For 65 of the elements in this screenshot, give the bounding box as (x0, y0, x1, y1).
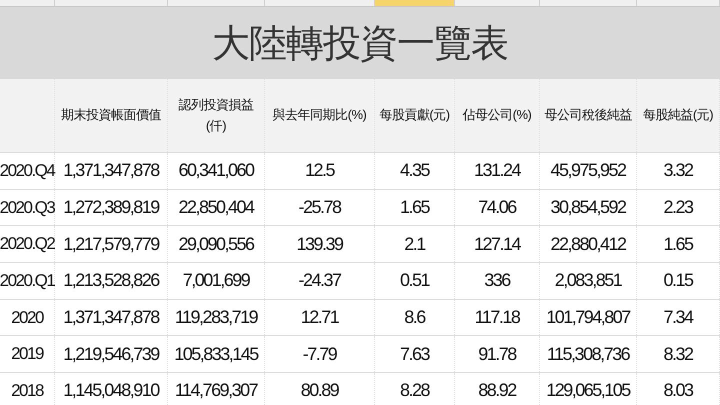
sheet-title: 大陸轉投資一覽表 (212, 20, 508, 66)
table-cell: 22,850,404 (178, 197, 254, 218)
table-cell: 1,272,389,819 (63, 197, 159, 218)
table-cell: 12.71 (300, 307, 338, 328)
table-cell: 2020 (11, 308, 43, 328)
table-cell: 105,833,145 (174, 344, 258, 365)
table-cell: 8.6 (404, 307, 425, 328)
table-cell: 8.03 (663, 380, 693, 402)
table-cell: 7.34 (663, 307, 693, 328)
table-cell: -7.79 (302, 344, 336, 365)
table-cell: 8.32 (663, 344, 693, 365)
table-cell: 2.23 (663, 197, 693, 218)
table-cell: 45,975,952 (550, 160, 626, 182)
table-cell: 91.78 (478, 344, 516, 365)
column-header: 母公司稅後純益 (544, 106, 632, 124)
table-cell: 4.35 (400, 160, 430, 182)
table-cell: 12.5 (304, 160, 334, 182)
table-cell: 2,083,851 (554, 270, 622, 292)
table-cell: 119,283,719 (174, 307, 258, 328)
table-cell: 22,880,412 (550, 234, 626, 255)
column-header: 每股貢獻(元) (379, 106, 450, 124)
table-cell: 1.65 (400, 197, 430, 218)
table-cell: 2020.Q1 (0, 270, 54, 291)
table-cell: 88.92 (478, 380, 516, 402)
table-cell: 29,090,556 (178, 234, 254, 255)
table-cell: 115,308,736 (546, 344, 630, 365)
column-header: 佔母公司(%) (462, 106, 532, 124)
table-cell: 1.65 (663, 234, 693, 255)
table-cell: 1,217,579,779 (63, 234, 159, 255)
table-cell: 2020.Q2 (0, 234, 54, 254)
table-cell: 0.15 (663, 270, 693, 292)
table-cell: 74.06 (478, 197, 516, 218)
column-header: 與去年同期比(%) (272, 106, 366, 124)
table-cell: 2020.Q3 (0, 198, 54, 218)
table-cell: 139.39 (296, 234, 343, 255)
table-cell: 1,219,546,739 (63, 344, 159, 365)
table-cell: 60,341,060 (178, 160, 254, 182)
table-cell: 1,213,528,826 (63, 270, 159, 292)
column-header-tab[interactable] (375, 0, 455, 6)
table-cell: 7,001,699 (182, 270, 250, 292)
table-cell: 8.28 (400, 380, 430, 402)
table-cell: 80.89 (300, 380, 338, 402)
table-cell: 2.1 (404, 234, 425, 255)
table-cell: 0.51 (400, 270, 430, 292)
table-cell: 1,371,347,878 (63, 160, 159, 182)
column-header: 期末投資帳面價值 (61, 106, 161, 124)
table-cell: 131.24 (474, 160, 520, 182)
table-cell: 2019 (11, 344, 43, 364)
table-cell: 1,371,347,878 (63, 307, 159, 328)
column-header: 每股純益(元) (642, 106, 714, 124)
table-cell: 129,065,105 (546, 380, 630, 402)
table-cell: 30,854,592 (550, 197, 626, 218)
table-cell: 3.32 (663, 160, 693, 182)
column-header: 認列投資損益(仟) (178, 96, 254, 135)
table-cell: -25.78 (298, 197, 341, 218)
table-cell: 117.18 (474, 307, 520, 328)
table-cell: 336 (484, 270, 510, 292)
table-cell: 2018 (11, 380, 43, 401)
table-cell: 101,794,807 (546, 307, 630, 328)
table-cell: 127.14 (474, 234, 520, 255)
table-cell: 1,145,048,910 (63, 380, 159, 402)
table-cell: -24.37 (298, 270, 341, 292)
table-cell: 114,769,307 (174, 380, 258, 402)
table-cell: 2020.Q4 (0, 160, 54, 181)
table-cell: 7.63 (400, 344, 430, 365)
